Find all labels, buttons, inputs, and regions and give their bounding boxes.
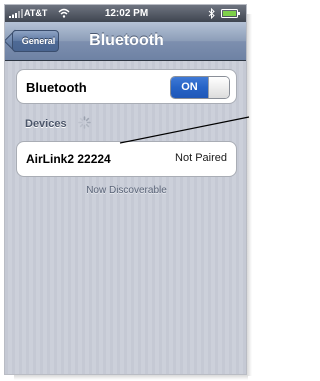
battery-icon [221, 9, 240, 18]
back-button-wrapper: General [5, 22, 65, 61]
back-button[interactable]: General [12, 30, 59, 52]
bluetooth-toggle[interactable]: ON [170, 76, 230, 99]
settings-screen: AT&T 12:02 PM General Bluetooth Bluetoot… [4, 4, 247, 375]
loading-spinner-icon [78, 116, 91, 129]
device-name: AirLink2 22224 [26, 152, 111, 166]
devices-section-header: Devices [25, 118, 67, 130]
toggle-knob[interactable] [208, 77, 229, 98]
bluetooth-label: Bluetooth [26, 80, 87, 95]
frame-shadow-bottom [14, 375, 248, 380]
bluetooth-icon [208, 8, 215, 19]
device-row[interactable]: AirLink2 22224 Not Paired [16, 141, 237, 177]
frame-shadow-right [247, 14, 252, 376]
device-status: Not Paired [175, 152, 227, 164]
phone-frame: AT&T 12:02 PM General Bluetooth Bluetoot… [0, 0, 253, 381]
toggle-on-label: ON [171, 77, 208, 98]
status-bar: AT&T 12:02 PM [5, 5, 246, 22]
discoverable-status-text: Now Discoverable [86, 185, 167, 196]
navigation-bar: General Bluetooth [5, 22, 246, 61]
bluetooth-setting-cell: Bluetooth ON [16, 69, 237, 104]
